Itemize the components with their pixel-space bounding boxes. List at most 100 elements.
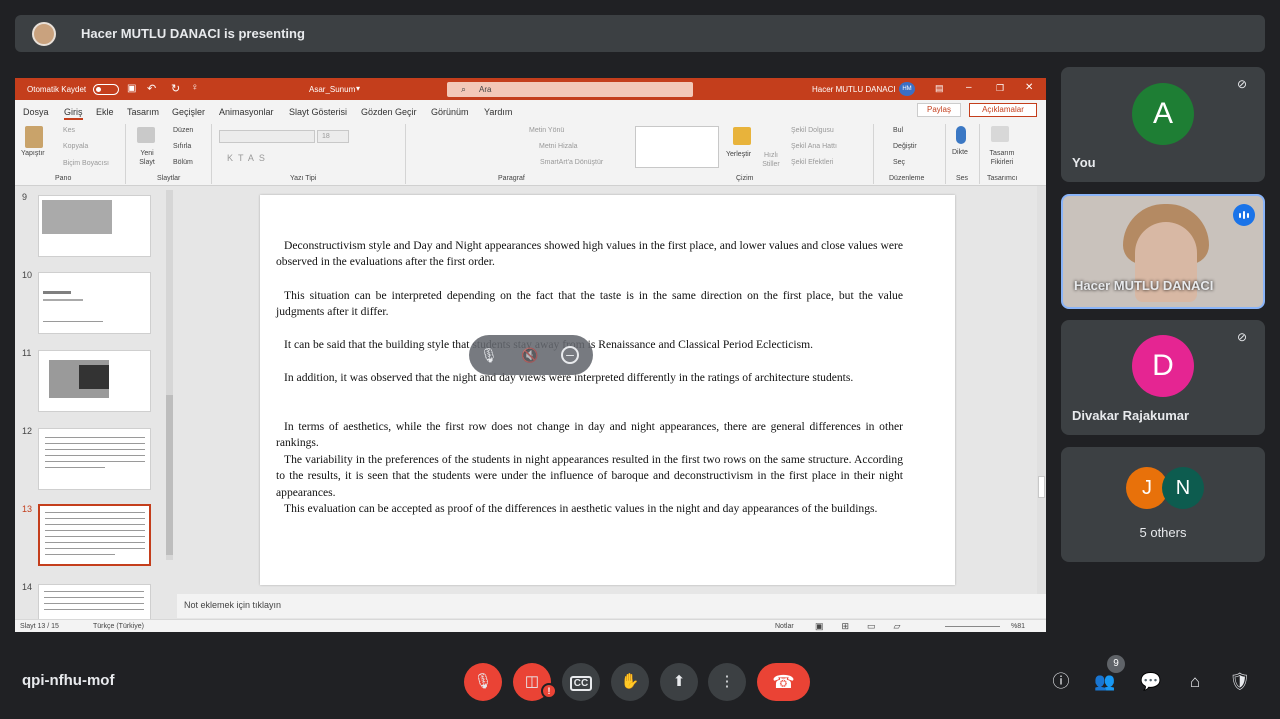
- slide-paragraph-4: In addition, it was observed that the ni…: [284, 371, 854, 384]
- dictate-label[interactable]: Dikte: [952, 149, 968, 156]
- slide-thumbnail-12[interactable]: [38, 428, 151, 490]
- participant-tile-others[interactable]: J N 5 others: [1061, 447, 1265, 562]
- reset-label[interactable]: Sıfırla: [173, 143, 191, 150]
- participant-tile-divakar[interactable]: ⊘ D Divakar Rajakumar: [1061, 320, 1265, 435]
- chat-icon[interactable]: 💬: [1138, 669, 1164, 695]
- dictate-icon[interactable]: [956, 126, 966, 144]
- slide-number: 11: [22, 348, 32, 358]
- find-label[interactable]: Bul: [893, 127, 903, 134]
- ribbon-display-icon[interactable]: ▤: [935, 83, 944, 94]
- group-slaytlar: Slaytlar: [157, 175, 181, 182]
- leave-call-button[interactable]: ☎: [757, 663, 810, 701]
- shapes-gallery[interactable]: [635, 126, 719, 168]
- meeting-code[interactable]: qpi-nfhu-mof: [22, 672, 114, 689]
- account-avatar[interactable]: HM: [899, 82, 915, 96]
- autosave-toggle[interactable]: [93, 84, 119, 95]
- align-text-label[interactable]: Metni Hizala: [539, 143, 578, 150]
- thumbnail-scrollbar[interactable]: [166, 190, 173, 560]
- meeting-details-icon[interactable]: ⓘ: [1048, 669, 1074, 695]
- close-icon[interactable]: ✕: [1025, 82, 1033, 93]
- share-button[interactable]: Paylaş: [917, 103, 961, 117]
- slide-canvas[interactable]: Deconstructivism style and Day and Night…: [260, 195, 955, 585]
- font-style-icons[interactable]: KTAS: [227, 153, 270, 163]
- font-name-box[interactable]: [219, 130, 315, 143]
- minimize-pip-icon[interactable]: –: [561, 346, 579, 364]
- save-icon[interactable]: ▣: [127, 83, 136, 94]
- font-size-box[interactable]: 18: [317, 130, 349, 143]
- camera-off-icon: ◫: [524, 673, 540, 690]
- paste-icon[interactable]: [25, 126, 43, 148]
- tab-gorunum[interactable]: Görünüm: [431, 107, 469, 117]
- captions-button[interactable]: CC: [562, 663, 600, 701]
- more-options-button[interactable]: ⋮: [708, 663, 746, 701]
- participant-tile-presenter[interactable]: Hacer MUTLU DANACI: [1061, 194, 1265, 309]
- undo-icon[interactable]: ↶: [147, 82, 156, 95]
- arrange-label[interactable]: Yerleştir: [726, 151, 751, 158]
- host-controls-icon[interactable]: 🛡: [1227, 669, 1253, 695]
- participant-tile-you[interactable]: ⊘ A You: [1061, 67, 1265, 182]
- copy-label[interactable]: Kopyala: [63, 143, 88, 150]
- slide-scrollbar[interactable]: [1037, 186, 1046, 594]
- shape-fill-label[interactable]: Şekil Dolgusu: [791, 127, 834, 134]
- zoom-level[interactable]: %81: [1011, 623, 1025, 630]
- tab-tasarim[interactable]: Tasarım: [127, 107, 159, 117]
- tab-animasyonlar[interactable]: Animasyonlar: [219, 107, 274, 117]
- present-icon[interactable]: ♀: [191, 82, 199, 93]
- text-direction-label[interactable]: Metin Yönü: [529, 127, 564, 134]
- activities-icon[interactable]: ⌂: [1182, 669, 1208, 695]
- designer-label[interactable]: Tasarım Fikirleri: [985, 149, 1019, 167]
- arrange-icon[interactable]: [733, 127, 751, 145]
- tab-dosya[interactable]: Dosya: [23, 107, 49, 117]
- format-painter-label[interactable]: Biçim Boyacısı: [63, 160, 109, 167]
- mic-off-icon: ⊘: [1236, 77, 1248, 91]
- paste-label[interactable]: Yapıştır: [21, 150, 45, 157]
- notes-pane[interactable]: Not eklemek için tıklayın: [177, 594, 1046, 618]
- language-label[interactable]: Türkçe (Türkiye): [93, 623, 144, 630]
- present-now-button[interactable]: ⬆: [660, 663, 698, 701]
- search-box[interactable]: ⌕ Ara: [447, 82, 693, 97]
- slide-thumbnail-11[interactable]: [38, 350, 151, 412]
- group-duzenleme: Düzenleme: [889, 175, 925, 182]
- file-name-chevron-icon: ▾: [356, 84, 361, 93]
- tab-gozden-gecir[interactable]: Gözden Geçir: [361, 107, 417, 117]
- mic-toggle-button[interactable]: 🎙: [464, 663, 502, 701]
- select-label[interactable]: Seç: [893, 159, 905, 166]
- raise-hand-button[interactable]: ✋: [611, 663, 649, 701]
- mic-off-icon[interactable]: 🎙: [480, 346, 498, 364]
- participant-name-presenter: Hacer MUTLU DANACI: [1074, 278, 1214, 293]
- new-slide-icon[interactable]: [137, 127, 155, 143]
- slide-number: 14: [22, 582, 33, 592]
- tab-yardim[interactable]: Yardım: [484, 107, 512, 117]
- ribbon: Yapıştır Kes Kopyala Biçim Boyacısı Yeni…: [15, 120, 1046, 186]
- notes-toggle[interactable]: Notlar: [775, 623, 794, 630]
- presenter-banner-text: Hacer MUTLU DANACI is presenting: [81, 26, 305, 41]
- zoom-slider[interactable]: [945, 626, 1000, 627]
- file-name[interactable]: Asar_Sunum: [309, 85, 355, 94]
- designer-icon[interactable]: [991, 126, 1009, 142]
- slide-thumbnail-9[interactable]: [38, 195, 151, 257]
- tab-slayt-gosterisi[interactable]: Slayt Gösterisi: [289, 107, 347, 117]
- slide-thumbnail-13[interactable]: [38, 504, 151, 566]
- view-buttons-icon[interactable]: ▣⊞▭▱: [815, 621, 918, 632]
- restore-icon[interactable]: ❐: [996, 83, 1004, 94]
- slide-thumbnail-14[interactable]: [38, 584, 151, 624]
- quick-styles-label[interactable]: Hızlı Stiller: [760, 151, 782, 169]
- redo-icon[interactable]: ↻: [171, 82, 180, 95]
- tab-ekle[interactable]: Ekle: [96, 107, 114, 117]
- shape-outline-label[interactable]: Şekil Ana Hattı: [791, 143, 837, 150]
- new-slide-label[interactable]: Yeni Slayt: [135, 149, 159, 167]
- minimize-icon[interactable]: –: [966, 82, 972, 93]
- replace-label[interactable]: Değiştir: [893, 143, 917, 150]
- account-name[interactable]: Hacer MUTLU DANACI: [812, 85, 896, 94]
- smartart-label[interactable]: SmartArt'a Dönüştür: [540, 159, 603, 166]
- slide-thumbnail-10[interactable]: [38, 272, 151, 334]
- layout-label[interactable]: Düzen: [173, 127, 193, 134]
- cut-label[interactable]: Kes: [63, 127, 75, 134]
- autosave-label: Otomatik Kaydet: [27, 85, 87, 94]
- section-label[interactable]: Bölüm: [173, 159, 193, 166]
- shape-effects-label[interactable]: Şekil Efektleri: [791, 159, 833, 166]
- tab-gecisler[interactable]: Geçişler: [172, 107, 205, 117]
- volume-off-icon[interactable]: 🔇: [521, 346, 539, 364]
- tab-giris[interactable]: Giriş: [64, 107, 83, 120]
- comments-button[interactable]: Açıklamalar: [969, 103, 1037, 117]
